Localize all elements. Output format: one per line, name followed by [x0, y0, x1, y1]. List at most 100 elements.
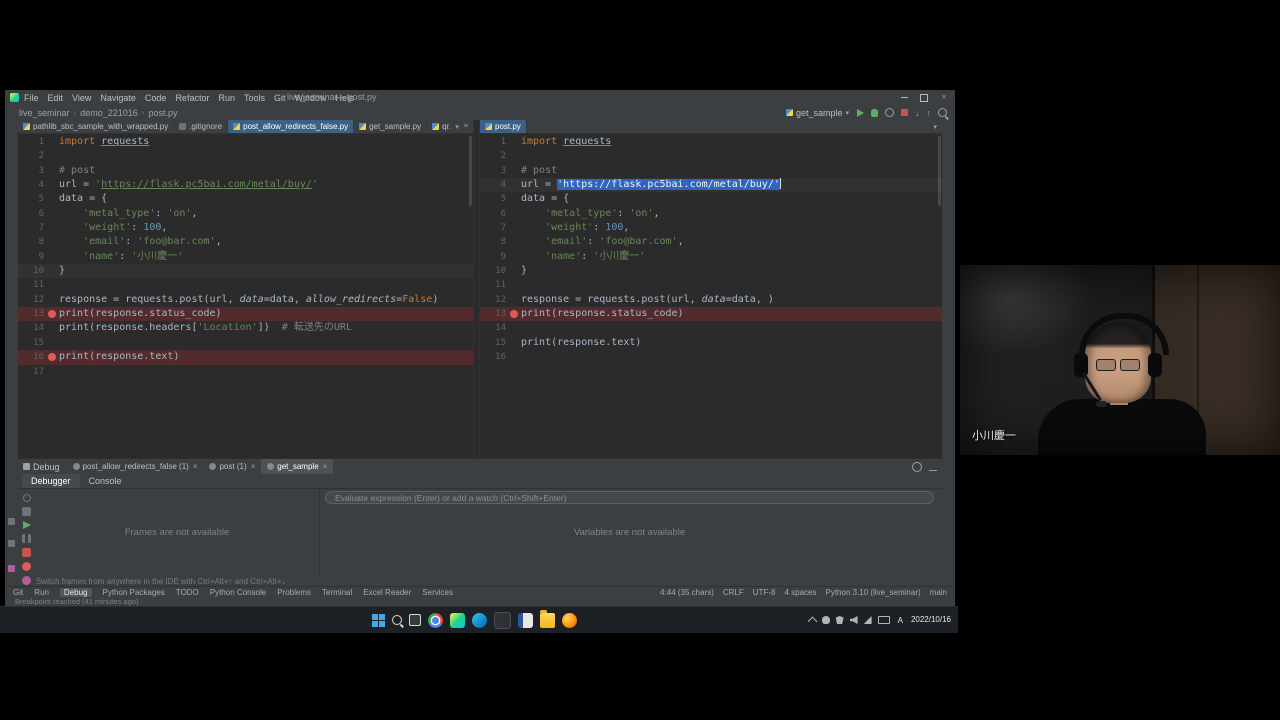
code-line-left-15[interactable]: 15 [18, 336, 473, 350]
tray-network-icon[interactable] [864, 616, 872, 624]
close-icon[interactable]: × [251, 462, 256, 471]
hidden-tabs-chevron-icon[interactable]: ▾ [455, 123, 459, 131]
menu-refactor[interactable]: Refactor [175, 93, 209, 103]
debug-session-tab-post_allow_redirects_false-1-[interactable]: post_allow_redirects_false (1)× [67, 459, 204, 474]
run-icon[interactable] [857, 109, 864, 117]
taskbar-firefox-button[interactable] [562, 613, 577, 628]
code-line-left-3[interactable]: 3# post [18, 164, 473, 178]
code-line-left-2[interactable]: 2 [18, 149, 473, 163]
code-line-right-10[interactable]: 10} [480, 264, 942, 278]
maximize-button[interactable] [915, 91, 933, 104]
search-icon[interactable] [938, 108, 947, 117]
tab-get_sample.py[interactable]: get_sample.py [354, 120, 427, 133]
statusbar-crlf[interactable]: CRLF [723, 588, 744, 597]
structure-icon[interactable] [8, 540, 15, 547]
taskbar-pycharm-button[interactable] [450, 613, 465, 628]
code-line-left-12[interactable]: 12response = requests.post(url, data=dat… [18, 293, 473, 307]
menu-code[interactable]: Code [145, 93, 167, 103]
code-line-right-6[interactable]: 6 'metal_type': 'on', [480, 207, 942, 221]
line-number[interactable]: 1 [480, 135, 509, 149]
tray-battery-icon[interactable] [878, 616, 890, 624]
run-configuration-select[interactable]: get_sample ▾ [786, 108, 849, 118]
statusbar-terminal[interactable]: Terminal [322, 588, 352, 597]
line-number[interactable]: 17 [18, 365, 47, 379]
taskbar-edge-button[interactable] [472, 613, 487, 628]
code-line-right-2[interactable]: 2 [480, 149, 942, 163]
ime-indicator[interactable]: A [896, 616, 905, 625]
statusbar-run[interactable]: Run [34, 588, 49, 597]
breadcrumb-item-live_seminar[interactable]: live_seminar [19, 108, 70, 118]
code-line-right-8[interactable]: 8 'email': 'foo@bar.com', [480, 235, 942, 249]
git-commit-icon[interactable]: ↑ [927, 108, 932, 118]
debug-icon[interactable] [871, 109, 878, 117]
code-line-left-4[interactable]: 4url = 'https://flask.pc5bai.com/metal/b… [18, 178, 473, 192]
code-line-right-1[interactable]: 1import requests [480, 135, 942, 149]
code-line-right-13[interactable]: 13print(response.status_code) [480, 307, 942, 321]
line-number[interactable]: 10 [480, 264, 509, 278]
code-line-right-15[interactable]: 15print(response.text) [480, 336, 942, 350]
code-area-right[interactable]: 1import requests23# post4url = 'https://… [480, 133, 942, 458]
line-number[interactable]: 4 [480, 178, 509, 192]
statusbar-main[interactable]: main [930, 588, 947, 597]
statusbar-services[interactable]: Services [422, 588, 453, 597]
line-number[interactable]: 15 [480, 336, 509, 350]
code-line-left-1[interactable]: 1import requests [18, 135, 473, 149]
settings-gear-icon[interactable] [912, 462, 922, 472]
taskbar-start-button[interactable] [372, 614, 385, 627]
rerun-button[interactable] [23, 494, 31, 502]
statusbar-4-44-35-chars-[interactable]: 4:44 (35 chars) [660, 588, 714, 597]
line-number[interactable]: 9 [18, 250, 47, 264]
stop-icon[interactable] [901, 109, 908, 116]
line-number[interactable]: 10 [18, 264, 47, 278]
git-update-icon[interactable]: ↓ [915, 108, 920, 118]
menu-view[interactable]: View [72, 93, 91, 103]
tab-post.py[interactable]: post.py [480, 120, 527, 133]
line-number[interactable]: 3 [480, 164, 509, 178]
line-number[interactable]: 6 [480, 207, 509, 221]
code-line-right-14[interactable]: 14 [480, 321, 942, 335]
modify-run-button[interactable] [22, 507, 31, 516]
tab-post_allow_redirects_false.py[interactable]: post_allow_redirects_false.py [228, 120, 354, 133]
line-number[interactable]: 5 [18, 192, 47, 206]
code-line-left-7[interactable]: 7 'weight': 100, [18, 221, 473, 235]
code-line-right-4[interactable]: 4url = 'https://flask.pc5bai.com/metal/b… [480, 178, 942, 192]
editor-options-icon[interactable]: ≡ [464, 123, 468, 130]
line-number[interactable]: 8 [480, 235, 509, 249]
profile-icon[interactable] [885, 108, 894, 117]
pause-button[interactable] [22, 534, 31, 543]
line-number[interactable]: 16 [480, 350, 509, 364]
mute-breakpoints-button[interactable] [22, 576, 31, 585]
taskbar-clock[interactable]: 2022/10/16 [911, 615, 953, 625]
statusbar-todo[interactable]: TODO [176, 588, 199, 597]
code-line-right-16[interactable]: 16 [480, 350, 942, 364]
split-divider[interactable] [473, 120, 480, 458]
line-number[interactable]: 3 [18, 164, 47, 178]
line-number[interactable]: 13 [18, 307, 47, 321]
line-number[interactable]: 11 [480, 278, 509, 292]
debug-session-tab-get_sample[interactable]: get_sample× [261, 459, 333, 474]
line-number[interactable]: 4 [18, 178, 47, 192]
menu-navigate[interactable]: Navigate [100, 93, 136, 103]
breadcrumb-item-post.py[interactable]: post.py [148, 108, 177, 118]
statusbar-problems[interactable]: Problems [277, 588, 311, 597]
line-number[interactable]: 13 [480, 307, 509, 321]
line-number[interactable]: 2 [480, 149, 509, 163]
line-number[interactable]: 14 [18, 321, 47, 335]
statusbar-excel-reader[interactable]: Excel Reader [363, 588, 411, 597]
line-number[interactable]: 2 [18, 149, 47, 163]
menu-tools[interactable]: Tools [244, 93, 265, 103]
left-tool-window-stripe[interactable] [5, 120, 19, 584]
code-line-right-7[interactable]: 7 'weight': 100, [480, 221, 942, 235]
line-number[interactable]: 15 [18, 336, 47, 350]
close-button[interactable]: × [935, 91, 953, 104]
statusbar-debug[interactable]: Debug [60, 588, 92, 597]
code-line-right-12[interactable]: 12response = requests.post(url, data=dat… [480, 293, 942, 307]
line-number[interactable]: 5 [480, 192, 509, 206]
tab-qr.py[interactable]: qr.py [427, 120, 450, 133]
taskbar-chrome-button[interactable] [428, 613, 443, 628]
statusbar-python-3.10-live_seminar-[interactable]: Python 3.10 (live_seminar) [826, 588, 921, 597]
resume-button[interactable] [23, 521, 31, 529]
right-tool-window-stripe[interactable] [941, 120, 955, 584]
close-icon[interactable]: × [323, 462, 328, 471]
code-line-left-8[interactable]: 8 'email': 'foo@bar.com', [18, 235, 473, 249]
